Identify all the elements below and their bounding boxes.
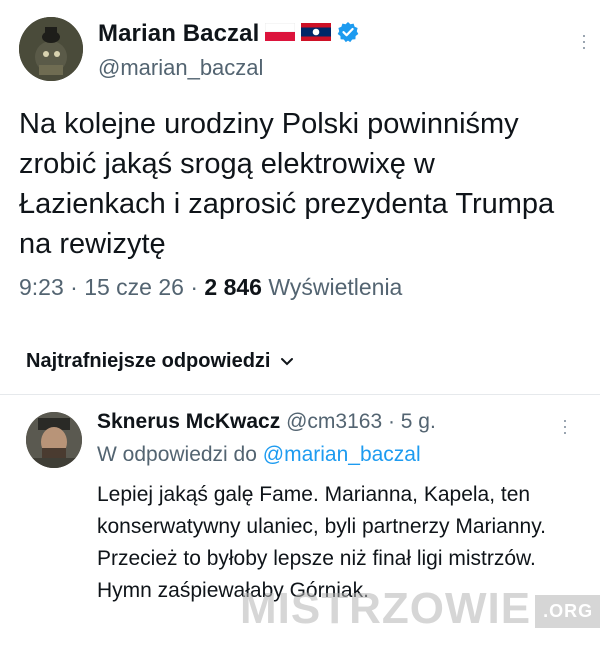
watermark-main: MISTRZOWIE [240, 584, 532, 633]
reply-author-handle[interactable]: @cm3163 [286, 410, 382, 433]
laos-flag-icon [301, 22, 332, 46]
author-avatar[interactable] [19, 17, 83, 81]
reply-age[interactable]: · 5 g. [388, 410, 436, 433]
replies-sort-dropdown[interactable]: Najtrafniejsze odpowiedzi [26, 350, 294, 373]
watermark-suffix: .ORG [535, 594, 600, 628]
tweet-meta: 9:23 · 15 cze 26 · 2 846 Wyświetlenia [19, 274, 402, 301]
reply-header: Sknerus McKwacz @cm3163 · 5 g. [97, 410, 436, 434]
author-name[interactable]: Marian Baczal [98, 20, 259, 48]
reply-avatar[interactable] [26, 412, 82, 468]
chevron-down-icon [280, 350, 294, 373]
more-vertical-icon[interactable]: · · · [581, 26, 587, 56]
sort-label: Najtrafniejsze odpowiedzi [26, 350, 271, 372]
views-count: 2 846 [204, 274, 262, 300]
tweet-text: Na kolejne urodziny Polski powinniśmy zr… [19, 108, 555, 260]
views-label: Wyświetlenia [268, 274, 403, 300]
divider [0, 394, 600, 395]
reply-to-line: W odpowiedzi do @marian_baczal [97, 443, 421, 467]
reply-to-handle-link[interactable]: @marian_baczal [263, 443, 421, 466]
verified-badge-icon [337, 21, 359, 48]
watermark: MISTRZOWIE .ORG [240, 584, 600, 634]
avatar-image [19, 17, 83, 81]
author-name-row: Marian Baczal [98, 20, 359, 48]
tweet-time[interactable]: 9:23 · 15 cze 26 · [19, 274, 198, 300]
author-handle[interactable]: @marian_baczal [98, 55, 263, 81]
reply-avatar-image [26, 412, 82, 468]
poland-flag-icon [265, 22, 296, 46]
reply-more-icon[interactable]: · · · [562, 411, 568, 441]
reply-author-name[interactable]: Sknerus McKwacz [97, 410, 280, 433]
reply-to-label: W odpowiedzi do [97, 443, 257, 466]
